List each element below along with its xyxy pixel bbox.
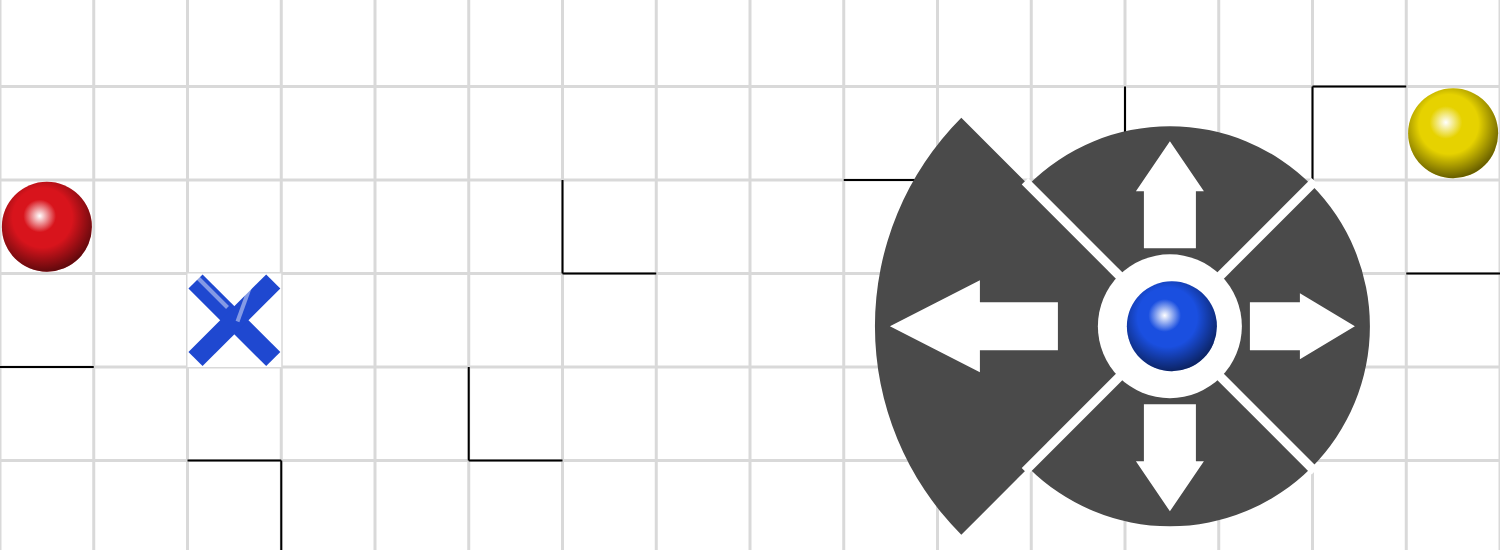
direction-pad [875, 118, 1370, 535]
wall [280, 461, 282, 550]
right-arrow-icon [1250, 293, 1355, 359]
wall [562, 180, 564, 274]
wall [563, 273, 657, 275]
ball [2, 182, 92, 272]
wall [469, 460, 563, 462]
up-arrow-icon [1136, 141, 1204, 248]
wall [1406, 273, 1500, 275]
wall [0, 366, 94, 368]
down-arrow-icon [1136, 404, 1204, 511]
board-background [0, 0, 1500, 550]
game-screen [0, 0, 1500, 550]
walls [0, 87, 1500, 550]
wall [188, 460, 282, 462]
grid [0, 0, 1500, 550]
target-icon [188, 274, 282, 368]
ball [1408, 88, 1498, 178]
player-ball[interactable] [1127, 281, 1217, 371]
wall [1312, 87, 1314, 181]
wall [1313, 86, 1407, 88]
left-arrow-icon [890, 280, 1058, 372]
game-board [0, 0, 1500, 550]
left-button[interactable] [875, 118, 1120, 535]
wall [468, 367, 470, 461]
